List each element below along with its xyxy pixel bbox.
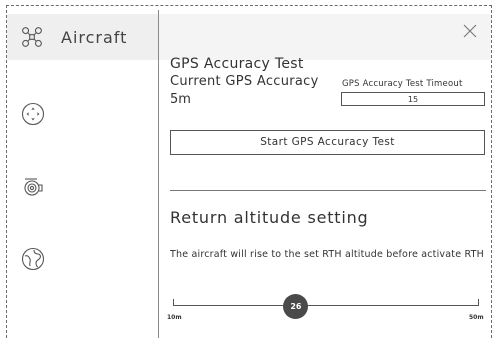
sidebar: Aircraft <box>7 6 158 338</box>
sidebar-item-aircraft[interactable]: Aircraft <box>7 14 158 60</box>
remote-controller-icon[interactable] <box>21 102 45 126</box>
dashed-border-right <box>491 5 492 338</box>
gps-current-accuracy-label: Current GPS Accuracy <box>170 74 319 89</box>
rth-description: The aircraft will rise to the set RTH al… <box>170 249 484 260</box>
section-divider <box>170 190 486 191</box>
drone-icon <box>22 27 42 47</box>
gps-current-accuracy-value: 5m <box>170 92 191 107</box>
close-icon[interactable] <box>463 24 477 38</box>
camera-icon[interactable] <box>21 174 45 198</box>
gps-timeout-input[interactable] <box>341 92 485 106</box>
gps-section-title: GPS Accuracy Test <box>170 56 304 72</box>
sidebar-header-label: Aircraft <box>61 27 128 47</box>
slider-track[interactable] <box>173 305 479 306</box>
rth-altitude-slider[interactable]: 26 10m 50m <box>167 289 484 329</box>
settings-panel: Aircraft GPS Accuracy Test Current GPS A… <box>0 0 498 338</box>
gps-timeout-label: GPS Accuracy Test Timeout <box>342 79 463 89</box>
slider-min-label: 10m <box>167 314 182 321</box>
slider-max-label: 50m <box>469 314 484 321</box>
main-content: GPS Accuracy Test Current GPS Accuracy 5… <box>159 6 491 338</box>
slider-max-tick <box>478 299 479 305</box>
main-header-bar <box>159 14 491 60</box>
rth-section-title: Return altitude setting <box>170 208 369 227</box>
map-icon[interactable] <box>21 247 45 271</box>
start-gps-test-button[interactable]: Start GPS Accuracy Test <box>170 130 485 155</box>
slider-thumb[interactable]: 26 <box>283 294 309 319</box>
